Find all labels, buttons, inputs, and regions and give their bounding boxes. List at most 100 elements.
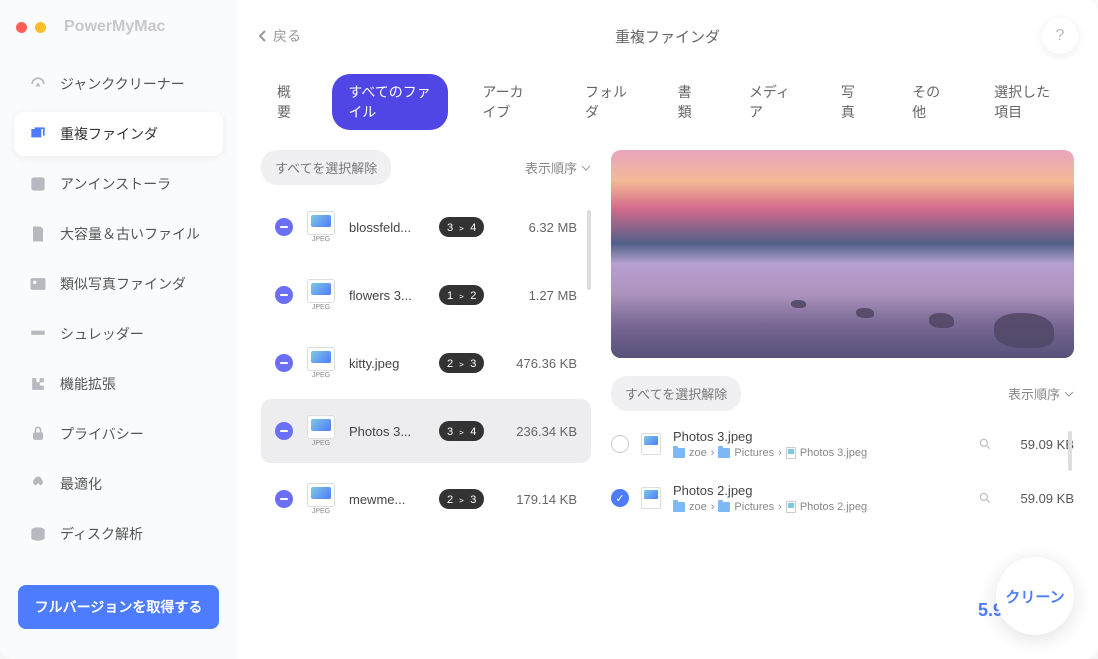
file-group-row[interactable]: JPEG flowers 3... 1 ﹥ 2 1.27 MB — [261, 263, 591, 327]
app-title: PowerMyMac — [64, 18, 165, 36]
file-name: mewme... — [349, 492, 427, 507]
back-button[interactable]: 戻る — [257, 26, 301, 46]
tab-media[interactable]: メディア — [733, 74, 807, 130]
folder-icon — [673, 448, 685, 458]
selection-toggle[interactable] — [275, 422, 293, 440]
nav-label: 機能拡張 — [60, 374, 116, 394]
deselect-all-dups-button[interactable]: すべてを選択解除 — [611, 376, 741, 411]
file-name: blossfeld... — [349, 220, 427, 235]
sidebar-item-similar-photos[interactable]: 類似写真ファインダ — [14, 262, 223, 306]
nav-label: ディスク解析 — [60, 524, 143, 544]
duplicate-row[interactable]: Photos 3.jpeg zoe › Pictures › Photos 3.… — [611, 421, 1074, 467]
sort-dups-dropdown[interactable]: 表示順序 — [1008, 384, 1074, 403]
sidebar-nav: ジャンククリーナー 重複ファインダ アンインストーラ 大容量＆古いファイル 類似… — [0, 52, 237, 575]
sidebar-item-optimize[interactable]: 最適化 — [14, 462, 223, 506]
close-dot[interactable] — [16, 22, 27, 33]
select-checkbox[interactable] — [611, 435, 629, 453]
scrollbar[interactable] — [1068, 431, 1072, 471]
window-controls: PowerMyMac — [0, 10, 237, 52]
count-badge: 3 ﹥ 4 — [439, 217, 484, 237]
tab-archives[interactable]: アーカイブ — [466, 74, 551, 130]
nav-label: シュレッダー — [60, 324, 144, 344]
reveal-icon[interactable] — [978, 491, 992, 505]
file-thumbnail: JPEG — [305, 483, 337, 515]
file-name: Photos 2.jpeg — [673, 483, 966, 498]
chevron-left-icon — [257, 29, 267, 43]
file-group-row[interactable]: JPEG kitty.jpeg 2 ﹥ 3 476.36 KB — [261, 331, 591, 395]
puzzle-icon — [28, 374, 48, 394]
sort-label: 表示順序 — [1008, 384, 1060, 403]
sort-dropdown[interactable]: 表示順序 — [525, 158, 591, 177]
disk-icon — [28, 524, 48, 544]
duplicate-row[interactable]: Photos 2.jpeg zoe › Pictures › Photos 2.… — [611, 475, 1074, 521]
selection-toggle[interactable] — [275, 218, 293, 236]
upgrade-button[interactable]: フルバージョンを取得する — [18, 585, 219, 629]
file-name: flowers 3... — [349, 288, 427, 303]
file-thumbnail — [641, 487, 661, 509]
nav-label: 重複ファインダ — [60, 124, 158, 144]
gauge-icon — [28, 74, 48, 94]
clean-button[interactable]: クリーン — [996, 557, 1074, 635]
file-size: 59.09 KB — [1004, 437, 1074, 452]
file-path: zoe › Pictures › Photos 3.jpeg — [673, 447, 966, 459]
file-thumbnail: JPEG — [305, 347, 337, 379]
file-info: Photos 3.jpeg zoe › Pictures › Photos 3.… — [673, 429, 966, 459]
select-checkbox[interactable] — [611, 489, 629, 507]
file-size: 6.32 MB — [529, 220, 577, 235]
deselect-all-button[interactable]: すべてを選択解除 — [261, 150, 391, 185]
sidebar-item-disk-analysis[interactable]: ディスク解析 — [14, 512, 223, 556]
sidebar-item-large-old-files[interactable]: 大容量＆古いファイル — [14, 212, 223, 256]
tab-selected[interactable]: 選択した項目 — [978, 74, 1074, 130]
file-path: zoe › Pictures › Photos 2.jpeg — [673, 501, 966, 513]
nav-label: アンインストーラ — [60, 174, 171, 194]
tab-overview[interactable]: 概要 — [261, 74, 314, 130]
tab-folders[interactable]: フォルダ — [569, 74, 644, 130]
file-group-row[interactable]: JPEG mewme... 2 ﹥ 3 179.14 KB — [261, 467, 591, 531]
file-icon — [786, 447, 796, 459]
sidebar-item-duplicate-finder[interactable]: 重複ファインダ — [14, 112, 223, 156]
file-name: Photos 3.jpeg — [673, 429, 966, 444]
sidebar-item-extensions[interactable]: 機能拡張 — [14, 362, 223, 406]
file-group-row[interactable]: JPEG blossfeld... 3 ﹥ 4 6.32 MB — [261, 195, 591, 259]
tab-other[interactable]: その他 — [896, 74, 960, 130]
help-button[interactable]: ? — [1042, 18, 1078, 54]
chevron-down-icon — [1064, 391, 1074, 397]
file-large-icon — [28, 224, 48, 244]
selection-toggle[interactable] — [275, 286, 293, 304]
nav-label: 大容量＆古いファイル — [60, 224, 200, 244]
count-badge: 2 ﹥ 3 — [439, 489, 484, 509]
image-icon — [28, 274, 48, 294]
reveal-icon[interactable] — [978, 437, 992, 451]
nav-label: 類似写真ファインダ — [60, 274, 186, 294]
file-name: Photos 3... — [349, 424, 427, 439]
page-title: 重複ファインダ — [615, 26, 720, 47]
minimize-dot[interactable] — [35, 22, 46, 33]
tab-documents[interactable]: 書類 — [662, 74, 715, 130]
sidebar-item-uninstaller[interactable]: アンインストーラ — [14, 162, 223, 206]
folder-icon — [718, 448, 730, 458]
nav-label: ジャンククリーナー — [60, 74, 185, 94]
selection-toggle[interactable] — [275, 354, 293, 372]
sidebar-item-junk-cleaner[interactable]: ジャンククリーナー — [14, 62, 223, 106]
rocket-icon — [28, 474, 48, 494]
tab-photos[interactable]: 写真 — [825, 74, 878, 130]
file-name: kitty.jpeg — [349, 356, 427, 371]
file-info: Photos 2.jpeg zoe › Pictures › Photos 2.… — [673, 483, 966, 513]
file-size: 59.09 KB — [1004, 491, 1074, 506]
shredder-icon — [28, 324, 48, 344]
sidebar-item-privacy[interactable]: プライバシー — [14, 412, 223, 456]
tab-all-files[interactable]: すべてのファイル — [332, 74, 448, 130]
file-thumbnail — [641, 433, 661, 455]
stack-icon — [28, 124, 48, 144]
sidebar-item-shredder[interactable]: シュレッダー — [14, 312, 223, 356]
file-size: 1.27 MB — [529, 288, 577, 303]
selection-toggle[interactable] — [275, 490, 293, 508]
file-group-row[interactable]: JPEG Photos 3... 3 ﹥ 4 236.34 KB — [261, 399, 591, 463]
file-thumbnail: JPEG — [305, 279, 337, 311]
nav-label: プライバシー — [60, 424, 144, 444]
scrollbar[interactable] — [587, 210, 591, 290]
count-badge: 3 ﹥ 4 — [439, 421, 484, 441]
duplicate-group-list: JPEG blossfeld... 3 ﹥ 4 6.32 MB JPEG flo… — [261, 195, 591, 639]
file-icon — [786, 501, 796, 513]
file-thumbnail: JPEG — [305, 415, 337, 447]
